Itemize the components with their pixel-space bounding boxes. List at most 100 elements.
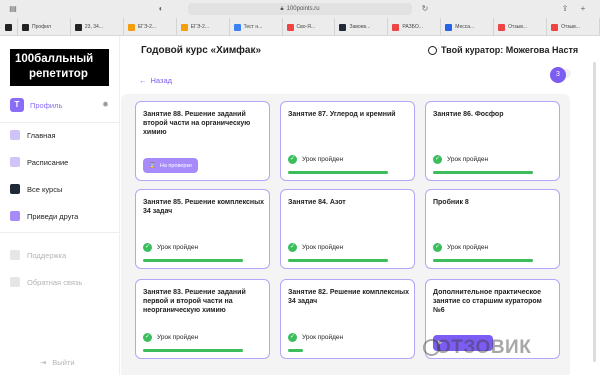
privacy-icon[interactable]: ◐ xyxy=(156,4,166,14)
check-icon: ✓ xyxy=(143,243,152,252)
favicon-icon xyxy=(498,23,506,31)
profile-link[interactable]: Т Профиль ✹ xyxy=(10,96,110,114)
browser-tab[interactable]: Отзыв... xyxy=(494,18,548,36)
lesson-title: Занятие 86. Фосфор xyxy=(433,111,504,118)
lesson-card[interactable]: Занятие 82. Решение комплексных 34 задач… xyxy=(280,279,415,359)
lesson-card[interactable]: Занятие 88. Решение заданий второй части… xyxy=(135,101,270,181)
lesson-card[interactable]: Занятие 83. Решение заданий первой и вто… xyxy=(135,279,270,359)
sidebar-item-label: Главная xyxy=(27,130,56,140)
sidebar-item-schedule[interactable]: Расписание xyxy=(10,154,110,170)
sidebar: 100балльный репетитор Т Профиль ✹ Главна… xyxy=(0,36,120,375)
tab-label: Профил xyxy=(32,24,51,30)
invite-friend-icon xyxy=(10,211,20,221)
url-text: 100points.ru xyxy=(286,6,320,12)
divider xyxy=(0,232,119,233)
browser-tab[interactable]: Завоев... xyxy=(335,18,389,36)
favicon-icon xyxy=(551,23,559,31)
favicon-icon xyxy=(74,23,82,31)
browser-tab[interactable]: ЕГЭ-2... xyxy=(124,18,177,36)
scrollbar[interactable] xyxy=(593,62,596,362)
browser-tab[interactable]: ЕГЭ-2... xyxy=(177,18,230,36)
tab-pinned[interactable] xyxy=(0,18,18,36)
status-label: Урок пройден xyxy=(302,334,344,341)
browser-tab[interactable]: Отзыв... xyxy=(547,18,600,36)
address-bar[interactable]: 🔒︎ 100points.ru xyxy=(188,3,412,15)
progress-bar xyxy=(143,259,243,262)
notification-badge[interactable]: 3 xyxy=(550,67,566,83)
progress-bar xyxy=(288,171,388,174)
sidebar-item-label: Обратная связь xyxy=(27,277,83,287)
sidebar-item-all-courses[interactable]: Все курсы xyxy=(10,181,110,197)
tab-label: ЕГЭ-2... xyxy=(190,24,209,30)
check-icon: ✓ xyxy=(288,243,297,252)
browser-tab[interactable]: Тест н... xyxy=(230,18,283,36)
status-label: Урок пройден xyxy=(447,156,489,163)
lesson-card[interactable]: Занятие 86. Фосфор ✓ Урок пройден xyxy=(425,101,560,181)
back-label: Назад xyxy=(150,76,173,85)
sidebar-toggle-icon[interactable]: ▤ xyxy=(8,4,18,14)
lesson-card[interactable]: Пробник 8 ✓ Урок пройден xyxy=(425,189,560,269)
logo-line-1: 100балльный xyxy=(15,53,94,65)
tab-label: Тест н... xyxy=(243,24,263,30)
logout-label: Выйти xyxy=(52,358,75,367)
browser-tab[interactable]: Месса... xyxy=(441,18,495,36)
favicon-icon xyxy=(445,23,453,31)
favicon-icon xyxy=(339,23,347,31)
curator-info: Твой куратор: Можегова Настя xyxy=(428,45,578,55)
favicon-icon xyxy=(233,23,241,31)
back-link[interactable]: ← Назад xyxy=(139,76,172,85)
sidebar-item-support[interactable]: Поддержка xyxy=(10,247,110,263)
progress-bar xyxy=(143,349,243,352)
tab-strip: Профил 23, 34... ЕГЭ-2... ЕГЭ-2... Тест н...… xyxy=(0,18,600,36)
hourglass-icon: ⌛ xyxy=(149,162,156,169)
lesson-card[interactable]: Занятие 85. Решение комплексных 34 задач… xyxy=(135,189,270,269)
lessons-grid: Занятие 88. Решение заданий второй части… xyxy=(121,94,570,375)
gear-icon[interactable]: ✹ xyxy=(101,100,110,109)
progress-bar xyxy=(288,349,303,352)
browser-chrome: ▤ ◐ 🔒︎ 100points.ru ↻ ⇪ + Профил 23, 34..… xyxy=(0,0,600,36)
support-icon xyxy=(10,250,20,260)
browser-tab[interactable]: Сво-Я... xyxy=(283,18,336,36)
all-courses-icon xyxy=(10,184,20,194)
tab-label: Сво-Я... xyxy=(296,24,315,30)
lesson-card[interactable]: Занятие 84. Азот ✓ Урок пройден xyxy=(280,189,415,269)
browser-tab[interactable]: Профил xyxy=(18,18,71,36)
logout-button[interactable]: ⇥ Выйти xyxy=(40,358,75,367)
lesson-title: Занятие 87. Углерод и кремний xyxy=(288,111,396,118)
share-icon[interactable]: ⇪ xyxy=(560,4,570,14)
sidebar-item-home[interactable]: Главная xyxy=(10,127,110,143)
profile-label: Профиль xyxy=(30,100,63,110)
reload-icon[interactable]: ↻ xyxy=(420,4,430,14)
schedule-icon xyxy=(10,157,20,167)
new-tab-icon[interactable]: + xyxy=(578,4,588,14)
lesson-status: ✓ Урок пройден xyxy=(143,333,198,342)
lesson-title: Пробник 8 xyxy=(433,199,469,206)
browser-tab[interactable]: 23, 34... xyxy=(71,18,124,36)
home-icon xyxy=(10,130,20,140)
tab-label: Месса... xyxy=(455,24,475,30)
tab-label: Отзыв... xyxy=(561,24,580,30)
favicon-icon xyxy=(286,23,294,31)
lesson-status: ✓ Урок пройден xyxy=(288,243,343,252)
sidebar-item-feedback[interactable]: Обратная связь xyxy=(10,274,110,290)
check-icon: ✓ xyxy=(433,155,442,164)
favicon-icon xyxy=(22,23,29,31)
browser-tab[interactable]: РАЗБО... xyxy=(388,18,442,36)
sidebar-item-invite-friend[interactable]: Приведи друга xyxy=(10,208,110,224)
sidebar-item-label: Поддержка xyxy=(27,250,67,260)
logo-line-2: репетитор xyxy=(29,68,88,80)
check-icon: ✓ xyxy=(433,243,442,252)
tab-label: Отзыв... xyxy=(508,24,528,30)
lesson-card[interactable]: Занятие 87. Углерод и кремний ✓ Урок пройд… xyxy=(280,101,415,181)
progress-bar xyxy=(288,259,388,262)
lesson-title: Занятие 85. Решение комплексных 34 задач xyxy=(143,199,264,215)
logo[interactable]: 100балльный репетитор xyxy=(10,49,109,86)
logout-icon: ⇥ xyxy=(40,358,47,367)
arrow-left-icon: ← xyxy=(139,76,147,85)
status-label: На проверке xyxy=(159,162,193,169)
favicon-icon xyxy=(180,23,188,31)
profile-avatar: Т xyxy=(10,98,24,112)
lesson-status: ✓ Урок пройден xyxy=(143,243,198,252)
screen: ▤ ◐ 🔒︎ 100points.ru ↻ ⇪ + Профил 23, 34..… xyxy=(0,0,600,375)
lesson-status: ✓ Урок пройден xyxy=(288,155,343,164)
